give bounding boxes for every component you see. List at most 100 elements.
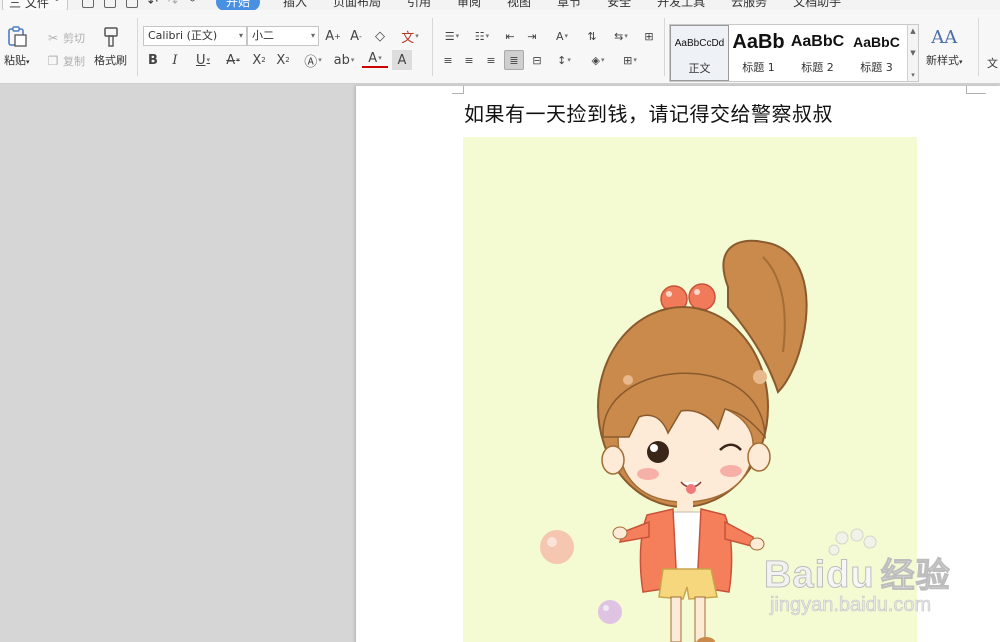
style-sample: AaBb xyxy=(732,30,785,53)
cut-label: 剪切 xyxy=(63,32,85,45)
tab-6[interactable]: 章节 xyxy=(544,0,594,10)
baidu-jingyan-watermark: Baidu 经验 jingyan.baidu.com xyxy=(758,528,998,628)
style-sample: AaBbCcDd xyxy=(674,37,725,49)
style-sample: AaBbC xyxy=(853,34,900,50)
chevron-down-icon[interactable]: ▼ xyxy=(910,49,915,57)
file-menu-button[interactable]: 三 文件 ﹀ xyxy=(2,0,68,10)
highlight-icon[interactable]: ab ▾ xyxy=(330,50,358,70)
tab-10[interactable]: 文档助手 xyxy=(780,0,854,10)
shrink-font-icon[interactable]: A- xyxy=(346,26,366,46)
style-label: 标题 2 xyxy=(801,61,834,74)
new-style-button[interactable]: AA 新样式▾ xyxy=(926,26,963,68)
style-sample: AaBbC xyxy=(790,33,845,50)
tab-9[interactable]: 云服务 xyxy=(718,0,780,10)
chevron-up-icon[interactable]: ▲ xyxy=(910,27,915,35)
numbering-icon[interactable]: ☷ ▾ xyxy=(468,26,496,46)
tab-4[interactable]: 审阅 xyxy=(444,0,494,10)
font-size-value: 小二 xyxy=(252,29,274,42)
style-label: 标题 1 xyxy=(742,61,775,74)
paste-label: 粘贴 xyxy=(4,54,26,67)
style-heading-2[interactable]: AaBbC 标题 2 xyxy=(788,25,847,81)
underline-icon[interactable]: U ▾ xyxy=(190,50,216,70)
font-name-select[interactable]: Calibri (正文) ▾ xyxy=(143,26,247,46)
font-name-value: Calibri (正文) xyxy=(148,29,218,42)
style-heading-1[interactable]: AaBb 标题 1 xyxy=(729,25,788,81)
style-label: 标题 3 xyxy=(860,61,893,74)
styles-scrollbar[interactable]: ▲ ▼ ▾ xyxy=(907,25,918,81)
borders-icon[interactable]: ⊞ ▾ xyxy=(616,50,644,70)
style-normal[interactable]: AaBbCcDd 正文 xyxy=(670,25,729,81)
format-painter-label: 格式刷 xyxy=(94,54,127,67)
chinese-layout-icon[interactable]: A ▾ xyxy=(548,26,576,46)
paste-button[interactable]: 粘贴▾ xyxy=(4,26,30,68)
print-preview-icon[interactable] xyxy=(125,0,138,8)
group-divider xyxy=(432,18,433,76)
new-style-label: 新样式 xyxy=(926,54,959,67)
cut-button[interactable]: ✂ 剪切 xyxy=(46,30,85,46)
expand-icon[interactable]: ▾ xyxy=(911,71,915,79)
quick-access-more-icon[interactable]: ﹀ xyxy=(188,0,197,9)
subscript-icon[interactable]: X2 xyxy=(273,50,293,70)
scissors-icon: ✂ xyxy=(47,31,59,45)
phonetic-guide-icon[interactable]: 文 ▾ xyxy=(396,26,424,46)
format-painter-icon xyxy=(100,26,122,48)
bullets-icon[interactable]: ☰ ▾ xyxy=(438,26,466,46)
styles-gallery: AaBbCcDd 正文 AaBb 标题 1 AaBbC 标题 2 AaBbC 标… xyxy=(669,24,919,82)
table-grid-icon[interactable]: ⊞ xyxy=(639,26,659,46)
shading-icon[interactable]: ◈ ▾ xyxy=(584,50,612,70)
sort-icon[interactable]: ⇅ xyxy=(582,26,602,46)
undo-icon[interactable]: ↶ xyxy=(148,0,158,9)
group-divider xyxy=(137,18,138,76)
chevron-down-icon: ▾ xyxy=(238,31,243,40)
font-size-select[interactable]: 小二 ▾ xyxy=(247,26,319,46)
copy-label: 复制 xyxy=(63,55,85,68)
superscript-icon[interactable]: X2 xyxy=(249,50,269,70)
margin-corner-mark xyxy=(966,86,986,94)
redo-icon[interactable]: ↷ xyxy=(168,0,178,9)
chevron-down-icon: ▾ xyxy=(310,31,315,40)
text-effect-icon[interactable]: Ⓐ ▾ xyxy=(300,50,326,70)
watermark-brand-suffix: du xyxy=(826,554,875,597)
increase-indent-icon[interactable]: ⇥ xyxy=(522,26,542,46)
tab-5[interactable]: 视图 xyxy=(494,0,544,10)
copy-icon: ❐ xyxy=(47,54,59,68)
bold-icon[interactable]: B xyxy=(143,50,163,70)
format-painter-button[interactable]: 格式刷 xyxy=(94,26,127,68)
show-hide-marks-icon[interactable]: ⇆ ▾ xyxy=(607,26,635,46)
save-icon[interactable] xyxy=(81,0,94,8)
margin-corner-mark xyxy=(452,86,464,94)
align-center-icon[interactable]: ≡ xyxy=(459,50,479,70)
menu-bar: 三 文件 ﹀ ↶ ↷ ﹀ 开始 插入 页面布局 引用 审阅 视图 章节 安全 开发工具 云服务 文档助… xyxy=(0,0,1000,10)
tab-3[interactable]: 引用 xyxy=(394,0,444,10)
tab-8[interactable]: 开发工具 xyxy=(644,0,718,10)
ribbon: 粘贴▾ ✂ 剪切 ❐ 复制 格式刷 Calibri (正文) ▾ 小二 ▾ A + A- … xyxy=(0,10,1000,84)
tab-7[interactable]: 安全 xyxy=(594,0,644,10)
group-divider xyxy=(664,18,665,76)
italic-icon[interactable]: I xyxy=(165,50,185,70)
tab-2[interactable]: 页面布局 xyxy=(320,0,394,10)
font-color-icon[interactable]: A ▾ xyxy=(362,50,388,68)
new-style-icon: AA xyxy=(931,26,958,48)
text-tools-label[interactable]: 文 xyxy=(987,55,998,71)
tab-0[interactable]: 开始 xyxy=(215,0,260,10)
copy-button[interactable]: ❐ 复制 xyxy=(46,53,85,69)
line-spacing-icon[interactable]: ↕ ▾ xyxy=(550,50,578,70)
char-shading-icon[interactable]: A xyxy=(392,50,412,70)
strikethrough-icon[interactable]: A ▾ xyxy=(220,50,246,70)
tab-1[interactable]: 插入 xyxy=(270,0,320,10)
align-left-icon[interactable]: ≡ xyxy=(438,50,458,70)
watermark-cn: 经验 xyxy=(880,556,951,597)
clear-format-icon[interactable]: ◇ xyxy=(370,26,390,46)
document-heading[interactable]: 如果有一天捡到钱，请记得交给警察叔叔 xyxy=(464,98,833,127)
paste-icon xyxy=(6,26,28,48)
style-label: 正文 xyxy=(688,62,711,75)
grow-font-icon[interactable]: A + xyxy=(323,26,343,46)
watermark-brand: Bai xyxy=(763,554,827,597)
print-icon[interactable] xyxy=(103,0,116,8)
decrease-indent-icon[interactable]: ⇤ xyxy=(500,26,520,46)
style-heading-3[interactable]: AaBbC 标题 3 xyxy=(847,25,906,81)
align-right-icon[interactable]: ≡ xyxy=(481,50,501,70)
distributed-align-icon[interactable]: ⊟ xyxy=(527,50,547,70)
file-menu-label: 三 文件 xyxy=(9,0,49,10)
justify-icon[interactable]: ≣ xyxy=(504,50,524,70)
